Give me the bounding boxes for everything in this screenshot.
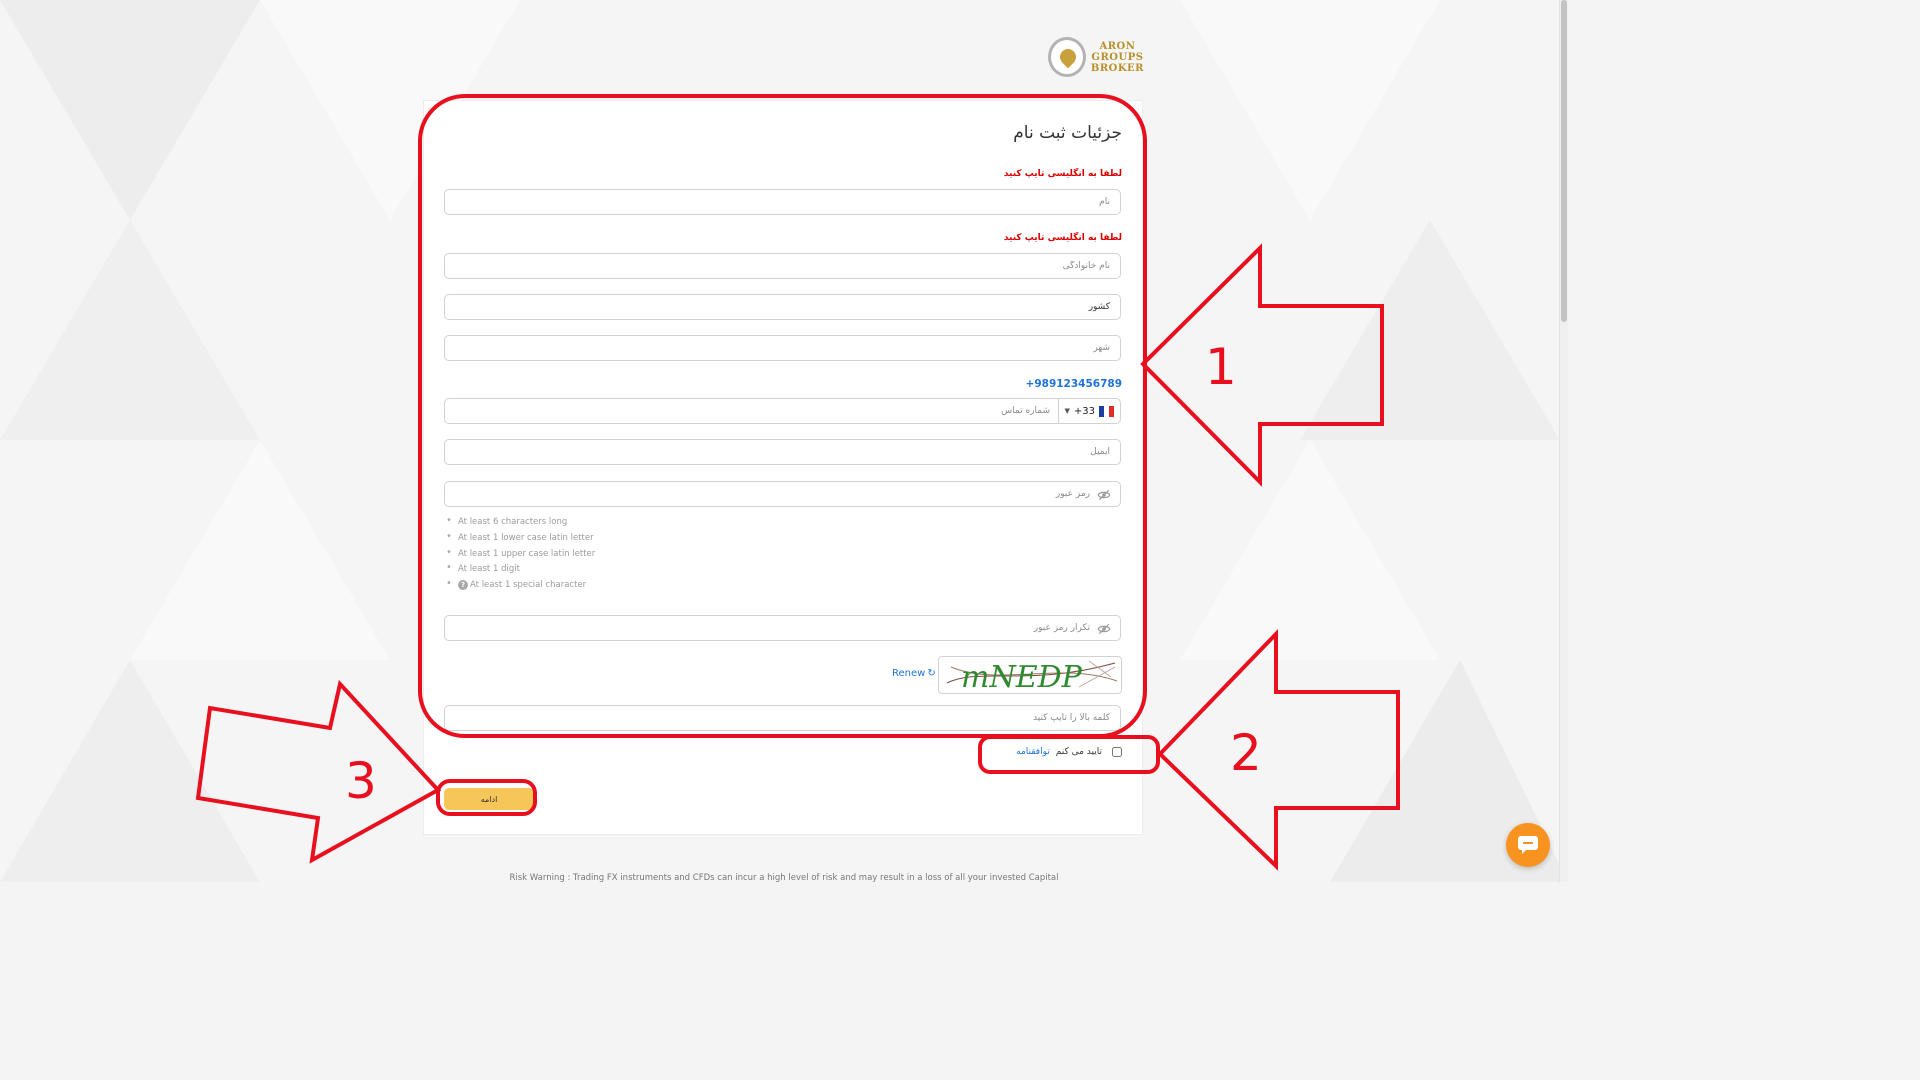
agree-label: تایید می کنم (1055, 747, 1102, 757)
france-flag-icon (1099, 405, 1114, 417)
city-input[interactable] (445, 336, 1120, 360)
logo-line-2: GROUPS (1091, 51, 1144, 63)
first-name-field[interactable] (444, 189, 1121, 215)
page-scrollbar[interactable] (1559, 0, 1568, 882)
captcha-field[interactable] (444, 705, 1121, 731)
country-select[interactable] (445, 295, 1120, 319)
eye-slash-icon[interactable] (1097, 622, 1111, 636)
password-rule-text: At least 1 special character (470, 580, 587, 591)
logo-line-3: BROKER (1090, 62, 1144, 74)
password-rule-special: ?At least 1 special character (446, 576, 595, 594)
password-requirements: At least 6 characters long At least 1 lo… (446, 513, 595, 594)
email-input[interactable] (445, 440, 1120, 464)
refresh-icon: ↻ (927, 668, 936, 679)
captcha-image: mNEDP (938, 656, 1122, 694)
renew-label: Renew (892, 668, 926, 679)
agree-checkbox[interactable] (1112, 747, 1122, 757)
logo-emblem-icon (1048, 37, 1086, 77)
last-name-input[interactable] (445, 254, 1120, 278)
password-input[interactable] (445, 482, 1120, 506)
risk-warning: Risk Warning : Trading FX instruments an… (509, 873, 1059, 883)
phone-format-example: +989123456789 (1025, 378, 1122, 390)
password-rule: At least 1 digit (446, 560, 595, 578)
aron-groups-logo: ARON GROUPS BROKER (1048, 34, 1144, 80)
agreement-link[interactable]: توافقنامه (1016, 747, 1050, 757)
phone-input[interactable] (445, 399, 1060, 423)
last-name-english-hint: لطفا به انگلیسی تایپ کنید (1003, 233, 1122, 243)
password-rule: At least 6 characters long (446, 513, 595, 531)
email-field[interactable] (444, 439, 1121, 465)
logo-line-1: ARON (1099, 40, 1136, 52)
password-rule: At least 1 lower case latin letter (446, 529, 595, 547)
dial-code: +33 (1073, 405, 1095, 417)
phone-field[interactable]: ▼ +33 (444, 398, 1121, 424)
city-field[interactable] (444, 335, 1121, 361)
logo-text: ARON GROUPS BROKER (1091, 41, 1144, 74)
confirm-password-input[interactable] (445, 616, 1120, 640)
form-title: جزئیات ثبت نام (1013, 123, 1122, 143)
country-code-dropdown[interactable]: ▼ +33 (1058, 399, 1120, 423)
chat-widget-button[interactable] (1506, 823, 1550, 867)
continue-button[interactable]: ادامه (444, 788, 534, 810)
question-icon: ? (458, 580, 468, 591)
confirm-password-field[interactable] (444, 615, 1121, 641)
first-name-english-hint: لطفا به انگلیسی تایپ کنید (1003, 169, 1122, 179)
renew-captcha-button[interactable]: Renew ↻ (892, 668, 936, 679)
agreement-row[interactable]: تایید می کنم توافقنامه (1016, 747, 1122, 757)
scrollbar-thumb[interactable] (1561, 0, 1567, 322)
first-name-input[interactable] (445, 190, 1120, 214)
eye-slash-icon[interactable] (1097, 488, 1111, 502)
password-field[interactable] (444, 481, 1121, 507)
captcha-input[interactable] (445, 706, 1120, 730)
captcha-text: mNEDP (961, 660, 1083, 693)
chevron-down-icon: ▼ (1064, 407, 1070, 415)
chat-bubble-icon (1518, 836, 1538, 854)
password-rule: At least 1 upper case latin letter (446, 545, 595, 563)
registration-card: جزئیات ثبت نام لطفا به انگلیسی تایپ کنید… (423, 100, 1143, 835)
country-field[interactable] (444, 294, 1121, 320)
last-name-field[interactable] (444, 253, 1121, 279)
